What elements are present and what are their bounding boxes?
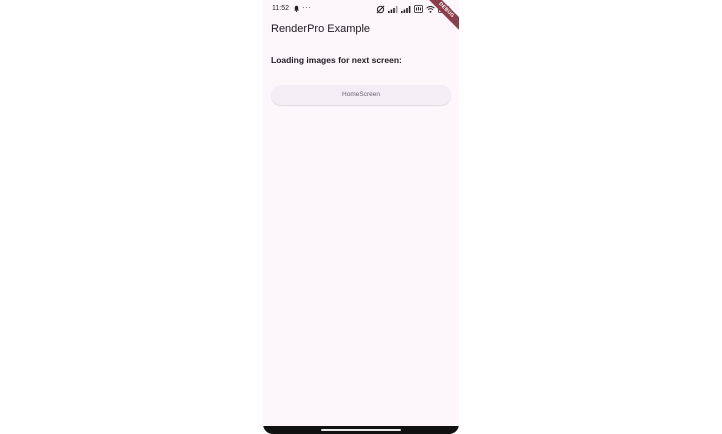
mute-icon — [376, 5, 385, 14]
more-icon: ··· — [302, 3, 312, 12]
bell-icon — [293, 5, 300, 12]
navigation-bar — [263, 426, 459, 434]
loading-label: Loading images for next screen: — [271, 55, 402, 65]
home-indicator[interactable] — [321, 429, 401, 431]
signal-icon — [388, 5, 398, 13]
signal-icon — [401, 5, 411, 13]
appbar-title: RenderPro Example — [271, 23, 371, 35]
home-screen-button[interactable]: HomeScreen — [271, 85, 451, 105]
status-time: 11:52 — [272, 5, 289, 12]
phone-screen: 11:52 ··· DEBUG RenderPro Example Loadin… — [263, 0, 459, 434]
status-bar: 11:52 ··· DEBUG — [263, 0, 459, 36]
volte-icon — [414, 5, 423, 13]
wifi-icon — [426, 5, 435, 13]
